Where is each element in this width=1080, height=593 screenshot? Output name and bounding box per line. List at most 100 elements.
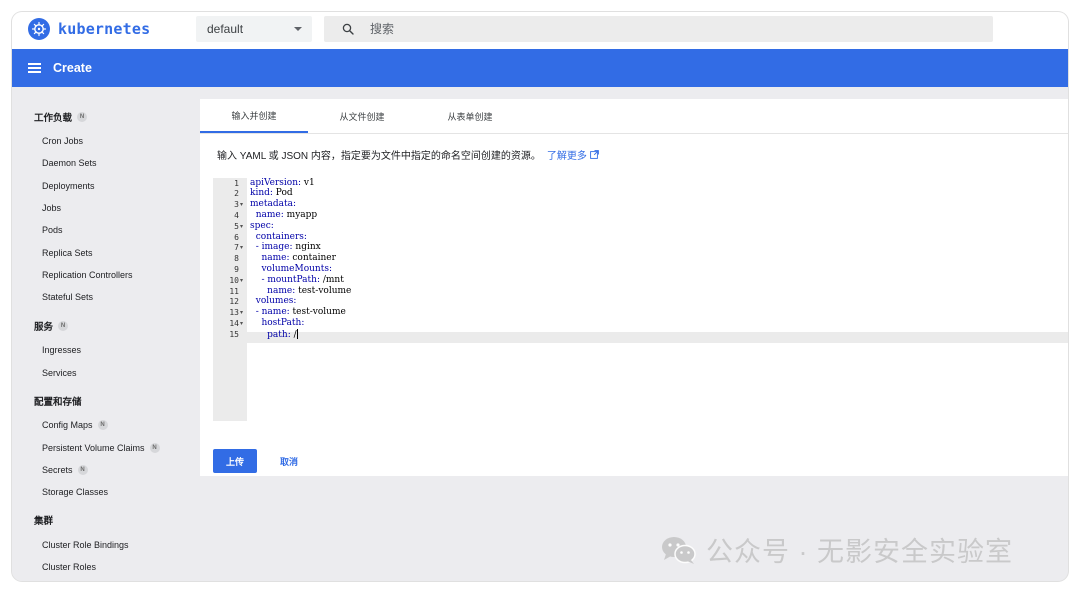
- code-line[interactable]: containers:: [250, 232, 307, 242]
- sidebar-item-jobs[interactable]: Jobs: [42, 203, 61, 213]
- search-bar[interactable]: [324, 16, 993, 42]
- namespaced-badge: N: [149, 443, 160, 453]
- fold-toggle-icon[interactable]: ▾: [240, 201, 243, 208]
- sidebar-item-cluster-roles[interactable]: Cluster Roles: [42, 562, 96, 572]
- upload-button[interactable]: 上传: [213, 449, 257, 473]
- line-number: 3: [234, 200, 239, 210]
- code-line[interactable]: - image: nginx: [250, 242, 321, 252]
- line-number: 10: [229, 275, 239, 285]
- line-number: 13: [229, 308, 239, 318]
- tab-create-from-form[interactable]: 从表单创建: [416, 99, 524, 133]
- sidebar-item-persistent-volume-claims[interactable]: Persistent Volume Claims N: [42, 443, 160, 453]
- sidebar-section-workloads[interactable]: 工作负载 N: [34, 110, 88, 124]
- yaml-key: kind:: [250, 188, 273, 199]
- helm-wheel-icon: [28, 18, 50, 40]
- page-header: Create: [12, 49, 1068, 87]
- sidebar-section-cluster[interactable]: 集群: [34, 513, 53, 527]
- namespaced-badge: N: [58, 321, 69, 331]
- yaml-value: myapp: [283, 209, 318, 220]
- yaml-key: name:: [267, 285, 296, 296]
- tab-create-from-file[interactable]: 从文件创建: [308, 99, 416, 133]
- code-line[interactable]: hostPath:: [250, 318, 304, 328]
- code-line[interactable]: metadata:: [250, 199, 296, 209]
- yaml-editor[interactable]: apiVersion: v1 kind: Pod metadata: name: m…: [213, 178, 1068, 421]
- yaml-key: apiVersion:: [250, 177, 302, 188]
- fold-toggle-icon[interactable]: ▾: [240, 244, 243, 251]
- cancel-button[interactable]: 取消: [274, 449, 304, 473]
- app-name: kubernetes: [58, 20, 151, 38]
- active-line-highlight: [247, 332, 1068, 343]
- learn-more-link[interactable]: 了解更多: [547, 147, 599, 162]
- yaml-value: Pod: [272, 188, 293, 199]
- sidebar-item-replica-sets[interactable]: Replica Sets: [42, 248, 93, 258]
- sidebar-item-services[interactable]: Services: [42, 368, 77, 378]
- yaml-key: name:: [261, 253, 290, 264]
- sidebar-section-services[interactable]: 服务 N: [34, 319, 69, 333]
- code-line[interactable]: - mountPath: /mnt: [250, 274, 344, 285]
- fold-toggle-icon[interactable]: ▾: [240, 309, 243, 316]
- sidebar-item-storage-classes[interactable]: Storage Classes: [42, 487, 108, 497]
- code-line[interactable]: - name: test-volume: [250, 307, 346, 317]
- yaml-key: image:: [261, 242, 293, 253]
- sidebar-item-config-maps[interactable]: Config Maps N: [42, 420, 108, 430]
- yaml-value: test-volume: [289, 307, 346, 318]
- kubernetes-logo[interactable]: kubernetes: [28, 18, 150, 40]
- yaml-key: name:: [261, 307, 290, 318]
- search-input[interactable]: [368, 21, 932, 37]
- fold-toggle-icon[interactable]: ▾: [240, 320, 243, 327]
- yaml-key: volumeMounts:: [261, 263, 332, 274]
- sidebar-item-replication-controllers[interactable]: Replication Controllers: [42, 270, 133, 280]
- yaml-value: v1: [301, 177, 315, 188]
- fold-toggle-icon[interactable]: ▾: [240, 223, 243, 230]
- fold-toggle-icon[interactable]: ▾: [240, 277, 243, 284]
- search-icon: [342, 23, 354, 35]
- sidebar-item-cron-jobs[interactable]: Cron Jobs: [42, 136, 83, 146]
- external-link-icon: [590, 150, 599, 159]
- code-line[interactable]: spec:: [250, 221, 274, 231]
- sidebar: 工作负载 N Cron Jobs Daemon Sets Deployments…: [12, 87, 200, 581]
- line-number: 1: [234, 178, 239, 188]
- sidebar-item-pods[interactable]: Pods: [42, 225, 63, 235]
- namespace-value: default: [207, 22, 244, 36]
- yaml-key: volumes:: [255, 296, 297, 307]
- code-line[interactable]: apiVersion: v1: [250, 178, 315, 188]
- code-line[interactable]: name: test-volume: [250, 286, 351, 296]
- create-card: 输入并创建 从文件创建 从表单创建 输入 YAML 或 JSON 内容，指定要为…: [200, 99, 1068, 476]
- sidebar-item-cluster-role-bindings[interactable]: Cluster Role Bindings: [42, 540, 129, 550]
- namespaced-badge: N: [77, 112, 88, 122]
- code-line[interactable]: volumes:: [250, 296, 297, 307]
- menu-icon[interactable]: [28, 63, 41, 73]
- top-bar: kubernetes default: [12, 12, 1068, 49]
- sidebar-item-daemon-sets[interactable]: Daemon Sets: [42, 158, 97, 168]
- line-number: 8: [234, 254, 239, 264]
- code-line[interactable]: path: /: [250, 328, 298, 340]
- line-number: 12: [229, 297, 239, 307]
- namespace-select[interactable]: default: [196, 16, 312, 42]
- sidebar-item-ingresses[interactable]: Ingresses: [42, 345, 81, 355]
- sidebar-item-stateful-sets[interactable]: Stateful Sets: [42, 292, 93, 302]
- yaml-key: metadata:: [250, 199, 296, 210]
- code-line[interactable]: volumeMounts:: [250, 264, 332, 274]
- code-line[interactable]: name: myapp: [250, 210, 317, 220]
- yaml-value: nginx: [292, 242, 321, 253]
- watermark-text: 公众号 · 无影安全实验室: [706, 537, 1013, 567]
- yaml-key: name:: [255, 209, 284, 220]
- namespaced-badge: N: [97, 420, 108, 430]
- code-line[interactable]: name: container: [250, 253, 335, 264]
- line-number: 6: [234, 232, 239, 242]
- page-title: Create: [53, 61, 92, 75]
- create-tabs: 输入并创建 从文件创建 从表单创建: [200, 99, 1068, 134]
- yaml-key: containers:: [255, 231, 307, 242]
- code-line[interactable]: kind: Pod: [250, 188, 293, 198]
- tab-create-from-input[interactable]: 输入并创建: [200, 99, 308, 133]
- line-number: 4: [234, 210, 239, 220]
- namespaced-badge: N: [77, 465, 88, 475]
- sidebar-item-deployments[interactable]: Deployments: [42, 181, 95, 191]
- yaml-value: /mnt: [319, 274, 344, 285]
- sidebar-item-secrets[interactable]: Secrets N: [42, 465, 88, 475]
- sidebar-section-config-storage[interactable]: 配置和存储: [34, 394, 82, 408]
- yaml-key: path:: [267, 329, 291, 340]
- wechat-icon: [662, 536, 696, 564]
- line-number: 14: [229, 318, 239, 328]
- app-frame: kubernetes default Create 工作负载 N Cron Jo…: [12, 12, 1068, 581]
